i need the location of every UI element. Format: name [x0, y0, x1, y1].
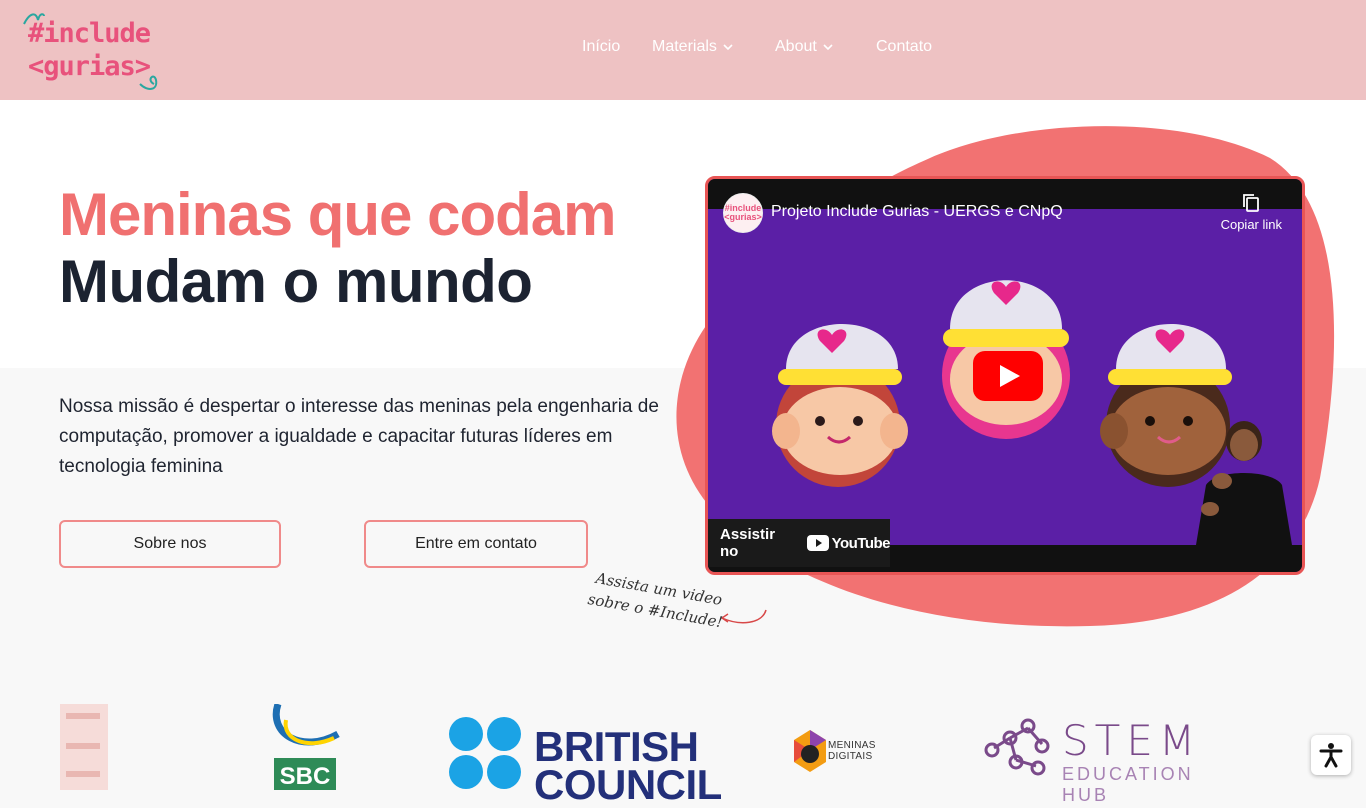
copy-link-label: Copiar link: [1220, 217, 1282, 232]
sbc-logo-image: SBC: [272, 702, 340, 790]
watch-on-label: Assistir no: [720, 526, 776, 560]
youtube-logo: YouTube: [806, 534, 891, 552]
chevron-down-icon: [723, 44, 733, 51]
partner-logo-british-council: BRITISH COUNCIL: [448, 716, 722, 806]
video-embed[interactable]: #include <gurias> Projeto Include Gurias …: [705, 176, 1305, 575]
nav-item-materials[interactable]: Materials: [652, 38, 733, 56]
sign-language-interpreter-image: [1196, 421, 1292, 545]
mission-text: Nossa missão é despertar o interesse das…: [59, 396, 659, 477]
logo-line-1: #include: [28, 18, 151, 49]
site-header: #include <gurias> Início Materials About…: [0, 0, 1366, 100]
avatar-line-2: <gurias>: [724, 212, 762, 222]
partner-logo-meninas-digitais: MENINAS DIGITAIS: [790, 728, 900, 778]
nav-label: Contato: [876, 38, 933, 55]
british-council-text: BRITISH COUNCIL: [534, 726, 722, 808]
copy-link-button[interactable]: Copiar link: [1221, 193, 1282, 232]
chevron-down-icon: [823, 44, 833, 51]
video-title[interactable]: Projeto Include Gurias - UERGS e CNpQ: [771, 203, 1063, 221]
nav-label: Materials: [652, 38, 717, 55]
youtube-icon: [806, 535, 829, 551]
md-line-1: MENINAS: [828, 740, 876, 751]
watch-on-youtube-button[interactable]: Assistir no YouTube: [708, 519, 891, 567]
stem-title: STEM: [1062, 716, 1202, 765]
curved-arrow-icon: [721, 609, 767, 624]
nav-label: About: [775, 38, 817, 55]
nav-item-about[interactable]: About: [775, 38, 833, 56]
play-button-icon[interactable]: [973, 351, 1043, 401]
sbc-label: SBC: [280, 763, 331, 790]
youtube-wordmark: YouTube: [831, 534, 891, 552]
british-council-dots-icon: [449, 717, 521, 789]
accessibility-button[interactable]: [1311, 735, 1351, 775]
meninas-digitais-icon: [794, 730, 826, 772]
accessibility-icon: [1319, 743, 1343, 768]
partners-strip: SBC BRITISH COUNCIL MENINAS DIGITAIS STE…: [0, 700, 1366, 806]
partner-logo-stem: STEM EDUCATION HUB: [980, 708, 1240, 805]
copy-icon: [1243, 194, 1260, 212]
site-logo[interactable]: #include <gurias>: [22, 10, 172, 94]
nav-item-inicio[interactable]: Início: [582, 38, 620, 56]
partner-logo-sbc: SBC: [272, 702, 344, 790]
meninas-digitais-text: MENINAS DIGITAIS: [828, 740, 876, 762]
nav-label: Início: [582, 38, 621, 55]
nav-item-contato[interactable]: Contato: [876, 38, 932, 56]
stem-molecule-icon: [984, 718, 1050, 776]
partner-logo-image: [60, 704, 108, 790]
stem-subtitle: EDUCATION HUB: [1062, 764, 1194, 805]
partner-logo-cropped: [60, 704, 108, 790]
logo-line-2: <gurias>: [28, 51, 151, 82]
headline-primary: Meninas que codam: [59, 181, 616, 248]
contact-button[interactable]: Entre em contato: [364, 520, 588, 568]
bc-line-2: COUNCIL: [534, 761, 722, 808]
about-us-button[interactable]: Sobre nos: [59, 520, 281, 568]
channel-avatar[interactable]: #include <gurias>: [723, 193, 763, 233]
md-line-2: DIGITAIS: [828, 751, 873, 762]
headline-secondary: Mudam o mundo: [59, 248, 533, 315]
